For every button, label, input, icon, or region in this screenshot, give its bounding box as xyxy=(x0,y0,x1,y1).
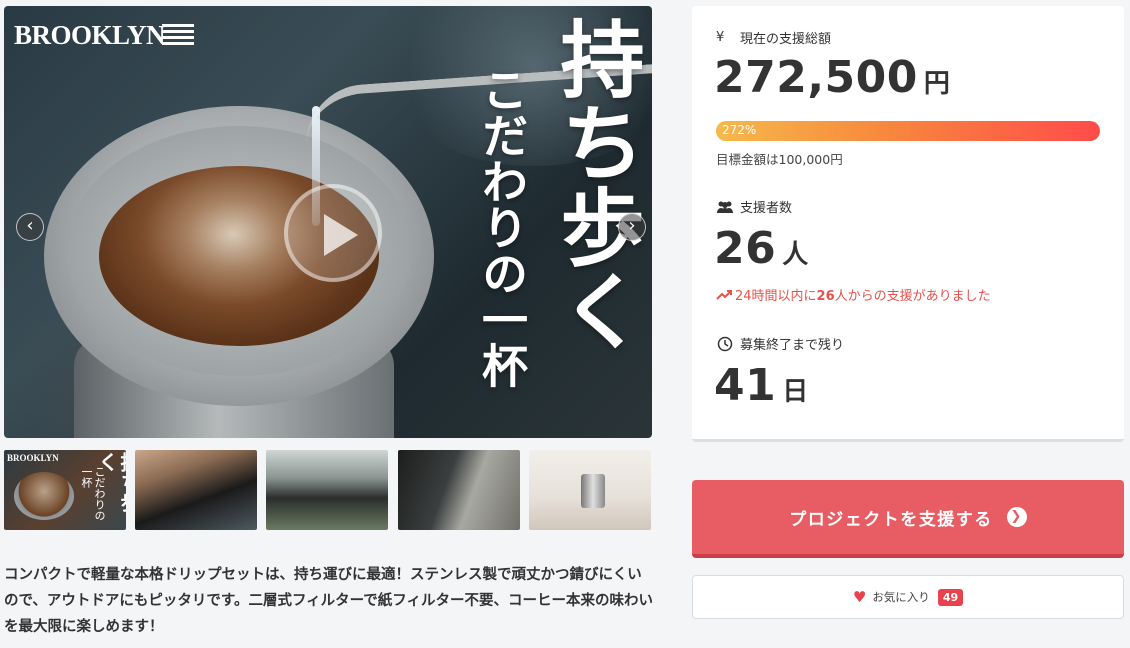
thumbnail-canister-image xyxy=(581,474,605,508)
trend-suffix: 人からの支援がありました xyxy=(834,289,991,304)
brand-logo: BROOKLYN xyxy=(14,20,166,50)
backers-count-unit: 人 xyxy=(782,240,809,270)
remaining-days-unit: 日 xyxy=(782,377,809,407)
total-amount-unit: 円 xyxy=(923,69,951,99)
thumbnail-5[interactable] xyxy=(529,450,651,530)
funding-progress-bar: 272% xyxy=(716,121,1100,141)
hero-headline: 持ち歩く xyxy=(547,16,646,352)
total-amount-value: 272,500 xyxy=(714,52,918,103)
thumbnail-1[interactable]: BROOKLYN 持ち歩く こだわりの一杯 xyxy=(4,450,126,530)
hero-video[interactable]: BROOKLYN 持ち歩く こだわりの一杯 ‹ › xyxy=(4,6,652,438)
trend-prefix: 24時間以内に xyxy=(735,289,817,304)
remaining-label-row: 募集終了まで残り xyxy=(716,334,844,353)
remaining-days-value: 41 xyxy=(714,360,777,411)
backers-count: 26 人 xyxy=(714,223,809,274)
clock-icon xyxy=(717,336,733,351)
support-button-label: プロジェクトを支援する xyxy=(789,509,993,530)
heart-icon: ♥ xyxy=(852,588,867,606)
funding-stats-panel: ¥ 現在の支援総額 272,500 円 272% 目標金額は100,000円 支援… xyxy=(692,6,1124,442)
favorite-button[interactable]: ♥ お気に入り 49 xyxy=(692,575,1124,619)
thumbnail-dripper-image xyxy=(14,472,74,520)
carousel-prev-button[interactable]: ‹ xyxy=(16,213,44,241)
yen-icon: ¥ xyxy=(716,30,725,45)
hero-subheadline: こだわりの一杯 xyxy=(475,66,529,388)
thumbnail-4[interactable] xyxy=(398,450,520,530)
thumbnail-logo: BROOKLYN xyxy=(7,453,59,463)
favorite-count-badge: 49 xyxy=(937,588,964,606)
backers-label-row: 支援者数 xyxy=(716,197,792,216)
thumbnail-strip: BROOKLYN 持ち歩く こだわりの一杯 xyxy=(4,450,652,530)
chevron-right-icon: ❯ xyxy=(1006,507,1027,527)
remaining-days: 41 日 xyxy=(714,360,809,411)
remaining-label: 募集終了まで残り xyxy=(740,338,845,353)
recent-backers-trend: 24時間以内に26人からの支援がありました xyxy=(716,285,991,304)
carousel-next-button[interactable]: › xyxy=(618,213,646,241)
total-amount-label: 現在の支援総額 xyxy=(740,32,832,47)
goal-amount-text: 目標金額は100,000円 xyxy=(716,152,843,167)
total-amount: 272,500 円 xyxy=(714,52,950,103)
backers-count-value: 26 xyxy=(714,223,777,274)
backers-label: 支援者数 xyxy=(740,201,793,216)
thumbnail-3[interactable] xyxy=(266,450,388,530)
support-project-button[interactable]: プロジェクトを支援する ❯ xyxy=(692,480,1124,558)
thumbnail-subheadline: こだわりの一杯 xyxy=(80,466,106,521)
favorite-label: お気に入り xyxy=(872,590,930,604)
play-icon[interactable] xyxy=(284,184,382,282)
brand-logo-flag-icon xyxy=(162,24,194,50)
project-description: コンパクトで軽量な本格ドリップセットは、持ち運びに最適！ステンレス製で頑丈かつ錆… xyxy=(4,567,654,635)
thumbnail-2[interactable] xyxy=(135,450,257,530)
trending-up-icon xyxy=(716,290,732,300)
total-amount-label-row: ¥ 現在の支援総額 xyxy=(716,28,831,47)
users-icon xyxy=(717,201,733,213)
funding-progress-percent: 272% xyxy=(722,123,757,137)
trend-count: 26 xyxy=(816,289,835,304)
